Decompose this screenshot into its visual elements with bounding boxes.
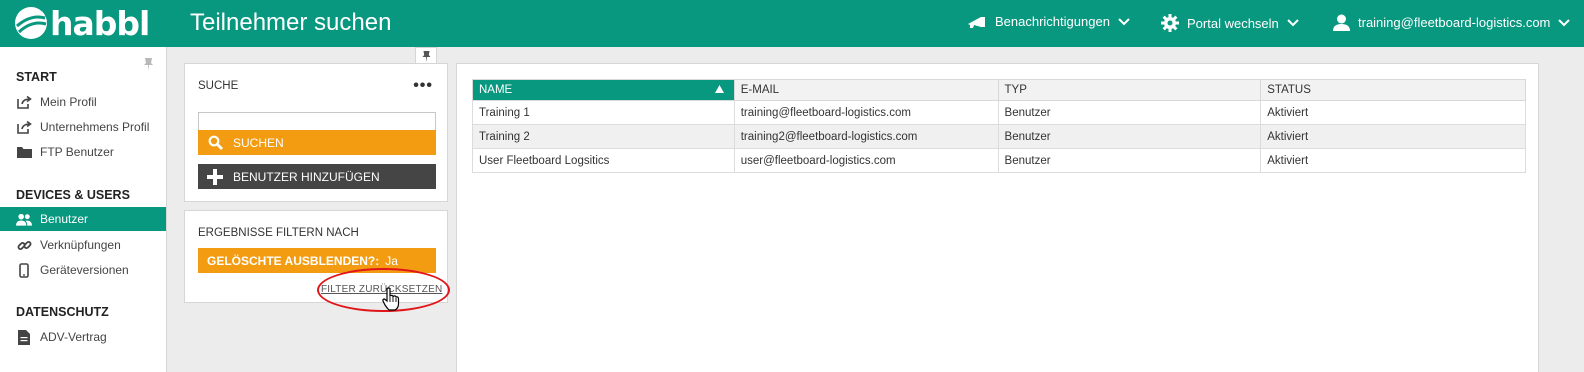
- sidebar-item-ftp-benutzer[interactable]: FTP Benutzer: [0, 140, 166, 164]
- notifications-label: Benachrichtigungen: [995, 14, 1110, 29]
- cell-typ: Benutzer: [997, 148, 1262, 173]
- logo-text: habbl: [50, 3, 150, 43]
- chevron-down-icon: [1287, 19, 1299, 27]
- cell-status: Aktiviert: [1260, 124, 1526, 149]
- table-row[interactable]: User Fleetboard Logsitics user@fleetboar…: [472, 148, 1526, 173]
- search-panel: SUCHE ••• SUCHEN BENUTZER HINZUFÜGEN: [184, 63, 448, 202]
- external-link-icon: [16, 94, 32, 110]
- portal-switch-label: Portal wechseln: [1187, 15, 1279, 31]
- top-header: habbl Teilnehmer suchen Benachrichtigung…: [0, 0, 1584, 47]
- cell-status: Aktiviert: [1260, 148, 1526, 173]
- column-header-status[interactable]: STATUS: [1260, 79, 1526, 101]
- chevron-down-icon: [1118, 17, 1130, 25]
- gear-icon: [1161, 14, 1179, 32]
- sidebar-item-label: Verknüpfungen: [40, 238, 121, 252]
- sidebar-item-geraeteversionen[interactable]: Geräteversionen: [0, 258, 166, 282]
- sidebar-item-unternehmens-profil[interactable]: Unternehmens Profil: [0, 115, 166, 139]
- sort-ascending-icon: [714, 85, 724, 93]
- document-icon: [16, 329, 32, 345]
- sidebar-item-mein-profil[interactable]: Mein Profil: [0, 90, 166, 114]
- sidebar-item-label: Geräteversionen: [40, 263, 129, 277]
- sidebar-item-label: Benutzer: [40, 212, 89, 226]
- column-header-typ[interactable]: TYP: [997, 79, 1262, 101]
- cell-status: Aktiviert: [1260, 100, 1526, 125]
- sidebar-item-label: Unternehmens Profil: [40, 120, 150, 134]
- logo-mark-icon: [15, 7, 47, 39]
- table-row[interactable]: Training 2 training2@fleetboard-logistic…: [472, 124, 1526, 149]
- filter-key: GELÖSCHTE AUSBLENDEN?:: [207, 253, 380, 268]
- sidebar-item-label: FTP Benutzer: [40, 145, 114, 159]
- users-table: NAME E-MAIL TYP STATUS Training 1 traini…: [472, 79, 1526, 173]
- cell-name: User Fleetboard Logsitics: [472, 148, 735, 173]
- filter-panel-label: ERGEBNISSE FILTERN NACH: [198, 227, 359, 239]
- notifications-menu[interactable]: Benachrichtigungen: [967, 14, 1130, 29]
- add-user-button-label: BENUTZER HINZUFÜGEN: [233, 169, 380, 184]
- search-icon: [207, 135, 223, 151]
- chevron-down-icon: [1558, 18, 1571, 26]
- sidebar-item-label: Mein Profil: [40, 95, 97, 109]
- cell-email: training2@fleetboard-logistics.com: [733, 124, 999, 149]
- page-title: Teilnehmer suchen: [190, 9, 392, 36]
- page-scrollbar[interactable]: [1566, 47, 1584, 372]
- sidebar-item-verknuepfungen[interactable]: Verknüpfungen: [0, 233, 166, 257]
- section-title-devices-users: DEVICES & USERS: [16, 188, 130, 202]
- cell-typ: Benutzer: [997, 100, 1262, 125]
- cell-email: training@fleetboard-logistics.com: [733, 100, 999, 125]
- add-user-button[interactable]: BENUTZER HINZUFÜGEN: [198, 164, 436, 189]
- sidebar-item-label: ADV-Vertrag: [40, 330, 107, 344]
- sidebar: START Mein Profil Unternehmens Profil FT…: [0, 47, 167, 372]
- section-title-datenschutz: DATENSCHUTZ: [16, 305, 109, 319]
- cell-name: Training 2: [472, 124, 735, 149]
- results-panel: NAME E-MAIL TYP STATUS Training 1 traini…: [456, 63, 1539, 372]
- column-header-name[interactable]: NAME: [472, 79, 735, 101]
- pin-icon[interactable]: [143, 58, 154, 71]
- user-email-label: training@fleetboard-logistics.com: [1358, 15, 1551, 30]
- link-icon: [16, 237, 32, 253]
- users-icon: [16, 211, 32, 227]
- user-menu[interactable]: training@fleetboard-logistics.com: [1333, 14, 1571, 31]
- table-header-row: NAME E-MAIL TYP STATUS: [472, 79, 1526, 101]
- search-button[interactable]: SUCHEN: [198, 130, 436, 155]
- megaphone-icon: [968, 16, 985, 28]
- plus-icon: [207, 168, 223, 185]
- table-row[interactable]: Training 1 training@fleetboard-logistics…: [472, 100, 1526, 125]
- sidebar-item-benutzer[interactable]: Benutzer: [0, 207, 166, 231]
- mobile-icon: [16, 262, 32, 278]
- user-icon: [1333, 14, 1350, 31]
- external-link-icon: [16, 119, 32, 135]
- section-title-start: START: [16, 70, 57, 84]
- search-panel-label: SUCHE: [198, 80, 239, 92]
- filter-value: Ja: [385, 253, 398, 268]
- cell-email: user@fleetboard-logistics.com: [733, 148, 999, 173]
- sidebar-item-adv-vertrag[interactable]: ADV-Vertrag: [0, 325, 166, 349]
- portal-switch-menu[interactable]: Portal wechseln: [1161, 14, 1299, 32]
- search-button-label: SUCHEN: [233, 135, 284, 150]
- cell-typ: Benutzer: [997, 124, 1262, 149]
- more-options-icon[interactable]: •••: [413, 77, 433, 95]
- folder-icon: [16, 144, 32, 160]
- cell-name: Training 1: [472, 100, 735, 125]
- habbl-logo[interactable]: habbl: [14, 3, 150, 43]
- pin-icon: [422, 51, 430, 62]
- column-header-email[interactable]: E-MAIL: [733, 79, 999, 101]
- hand-cursor-icon: [382, 287, 400, 311]
